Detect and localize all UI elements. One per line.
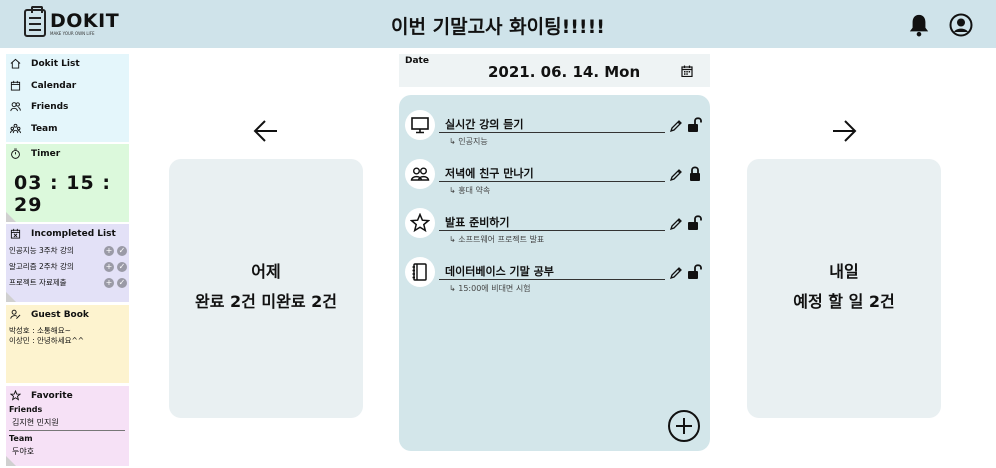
date-bar: Date 2021. 06. 14. Mon [399, 54, 710, 87]
task-item[interactable]: 저녁에 친구 만나기 ↳ 홍대 약속 [405, 159, 705, 203]
task-title: 저녁에 친구 만나기 [445, 167, 534, 180]
nav-item-label: Friends [31, 101, 69, 112]
favorite-friends[interactable]: 김지현 민지원 [12, 417, 59, 428]
list-item-label: 프로젝트 자료제출 [9, 278, 67, 287]
pencil-icon[interactable] [669, 119, 683, 133]
favorite-friends-label: Friends [9, 405, 43, 414]
task-list: 실시간 강의 듣기 ↳ 인공지능 저녁에 친구 만나기 ↳ 홍대 약속 발표 준… [399, 95, 710, 451]
tomorrow-summary: 예정 할 일 2건 [793, 292, 895, 311]
people-icon [405, 159, 435, 189]
nav-item-label: Dokit List [31, 58, 80, 69]
task-item[interactable]: 데이터베이스 기말 공부 ↳ 15:00에 비대면 시험 [405, 257, 705, 301]
list-item-label: 알고리즘 2주차 강의 [9, 262, 74, 271]
user-edit-icon [10, 309, 21, 319]
add-icon[interactable]: + [104, 277, 114, 288]
task-subtitle: ↳ 홍대 약속 [449, 186, 491, 195]
list-item: 알고리즘 2주차 강의 + ✓ [9, 261, 127, 272]
timer-value: 03 : 15 : 29 [14, 172, 111, 216]
star-icon [405, 208, 435, 238]
guestbook-entry: 이상민 : 안녕하세요^^ [9, 336, 85, 345]
task-title: 발표 준비하기 [445, 216, 510, 229]
divider [439, 230, 665, 231]
task-item[interactable]: 실시간 강의 듣기 ↳ 인공지능 [405, 110, 705, 154]
yesterday-panel[interactable]: 어제 완료 2건 미완료 2건 [169, 159, 363, 418]
check-icon[interactable]: ✓ [117, 277, 127, 288]
timer-header: Timer [10, 148, 60, 159]
user-circle-icon[interactable] [949, 13, 973, 37]
list-item: 인공지능 3주차 강의 + ✓ [9, 245, 127, 256]
add-task-button[interactable] [667, 409, 701, 443]
divider [439, 279, 665, 280]
task-subtitle: ↳ 소프트웨어 프로젝트 발표 [449, 235, 545, 244]
monitor-icon [405, 110, 435, 140]
favorite-title: Favorite [31, 390, 73, 401]
favorite-team[interactable]: 두야호 [12, 446, 34, 457]
timer-card[interactable]: Timer 03 : 15 : 29 [6, 144, 129, 222]
star-outline-icon [10, 390, 21, 401]
incompleted-card: Incompleted List 인공지능 3주차 강의 + ✓ 알고리즘 2주… [6, 224, 129, 302]
yesterday-title: 어제 [251, 262, 281, 281]
header-bar: DOKIT MAKE YOUR OWN LIFE 이번 기말고사 화이팅!!!!… [0, 0, 996, 48]
date-value: 2021. 06. 14. Mon [488, 63, 641, 81]
check-icon[interactable]: ✓ [117, 261, 127, 272]
add-icon[interactable]: + [104, 261, 114, 272]
pencil-icon[interactable] [669, 217, 683, 231]
divider [9, 430, 125, 431]
unlock-icon[interactable] [687, 214, 703, 231]
bell-icon[interactable] [908, 13, 930, 37]
lock-icon[interactable] [687, 165, 703, 182]
add-icon[interactable]: + [104, 245, 114, 256]
arrow-left-icon[interactable] [252, 117, 280, 145]
tomorrow-title: 내일 [829, 262, 859, 281]
divider [439, 181, 665, 182]
guestbook-title: Guest Book [31, 309, 89, 320]
nav-item-friends[interactable]: Friends [10, 101, 68, 112]
nav-item-label: Calendar [31, 80, 77, 91]
date-label: Date [405, 56, 429, 66]
task-subtitle: ↳ 15:00에 비대면 시험 [449, 284, 531, 293]
home-icon [10, 58, 21, 69]
nav-item-label: Team [31, 123, 58, 134]
favorite-card: Favorite Friends 김지현 민지원 Team 두야호 [6, 386, 129, 466]
task-title: 데이터베이스 기말 공부 [445, 265, 554, 278]
nav-card: Dokit List Calendar Friends Team [6, 54, 129, 142]
unlock-icon[interactable] [687, 263, 703, 280]
pencil-icon[interactable] [669, 168, 683, 182]
pencil-icon[interactable] [669, 266, 683, 280]
page-title: 이번 기말고사 화이팅!!!!! [391, 16, 605, 38]
yesterday-summary: 완료 2건 미완료 2건 [194, 292, 338, 311]
task-item[interactable]: 발표 준비하기 ↳ 소프트웨어 프로젝트 발표 [405, 208, 705, 252]
nav-item-team[interactable]: Team [10, 123, 58, 134]
calendar-icon[interactable] [681, 65, 693, 77]
arrow-right-icon[interactable] [830, 117, 858, 145]
calendar-icon [10, 80, 21, 91]
unlock-icon[interactable] [687, 116, 703, 133]
incompleted-header: Incompleted List [10, 228, 116, 239]
team-icon [10, 123, 21, 134]
list-item-label: 인공지능 3주차 강의 [9, 246, 74, 255]
nav-item-calendar[interactable]: Calendar [10, 80, 76, 91]
favorite-header: Favorite [10, 390, 73, 401]
nav-item-dokit-list[interactable]: Dokit List [10, 58, 80, 69]
divider [439, 132, 665, 133]
notebook-icon [405, 257, 435, 287]
tomorrow-panel[interactable]: 내일 예정 할 일 2건 [747, 159, 941, 418]
task-subtitle: ↳ 인공지능 [449, 137, 488, 146]
task-title: 실시간 강의 듣기 [445, 118, 524, 131]
favorite-team-label: Team [9, 434, 33, 443]
guestbook-header: Guest Book [10, 309, 89, 320]
check-icon[interactable]: ✓ [117, 245, 127, 256]
incompleted-title: Incompleted List [31, 228, 116, 239]
list-item: 프로젝트 자료제출 + ✓ [9, 277, 127, 288]
calendar-x-icon [10, 228, 21, 239]
friends-icon [10, 102, 21, 112]
stopwatch-icon [11, 148, 20, 159]
guestbook-card[interactable]: Guest Book 박성호 : 소통해요~ 이상민 : 안녕하세요^^ [6, 305, 129, 383]
timer-title: Timer [31, 148, 61, 159]
